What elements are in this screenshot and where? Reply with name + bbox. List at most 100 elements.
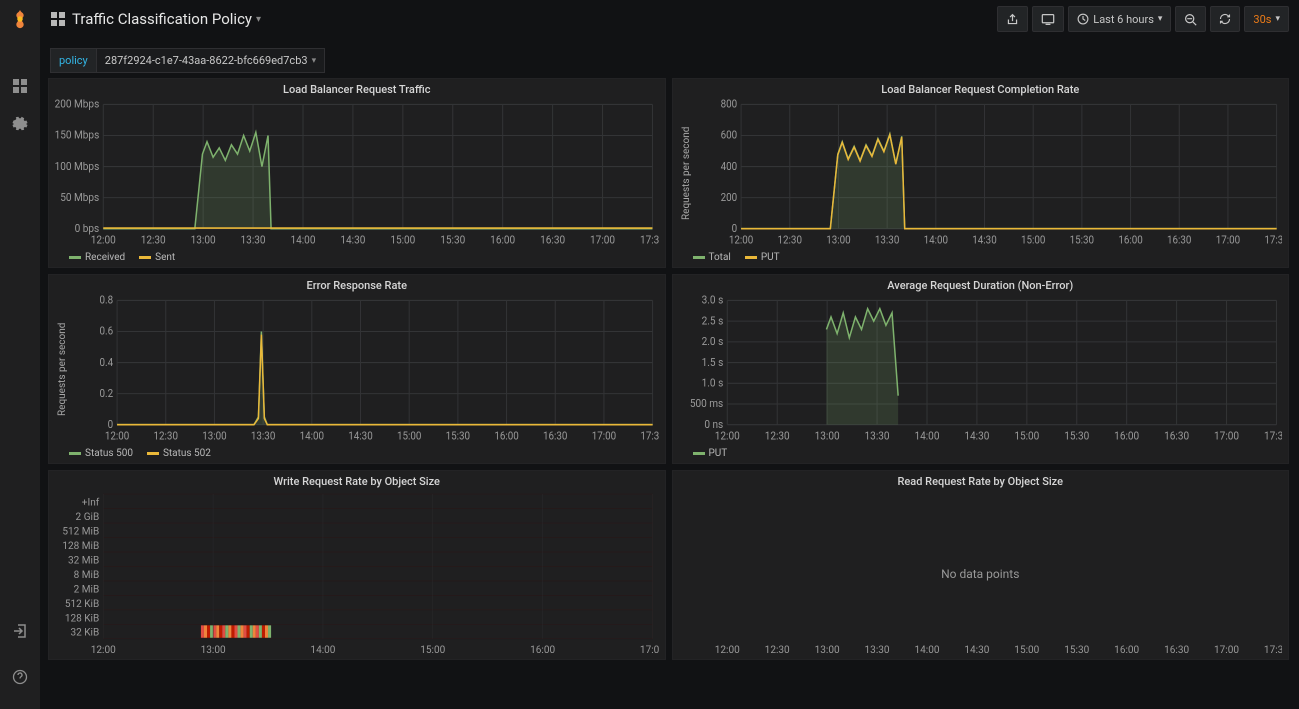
panel-read-heat[interactable]: Read Request Rate by Object Size 12:0012… bbox=[672, 470, 1290, 660]
legend-item[interactable]: Status 502 bbox=[147, 448, 211, 459]
panel-title: Load Balancer Request Traffic bbox=[49, 79, 665, 98]
svg-text:14:30: 14:30 bbox=[348, 429, 373, 443]
svg-text:16:30: 16:30 bbox=[1167, 233, 1192, 247]
svg-text:13:30: 13:30 bbox=[241, 233, 266, 246]
chart-completion: 020040060080012:0012:3013:0013:3014:0014… bbox=[694, 98, 1283, 248]
svg-text:17:30: 17:30 bbox=[640, 233, 659, 246]
svg-text:14:00: 14:00 bbox=[914, 429, 939, 442]
svg-text:12:00: 12:00 bbox=[91, 233, 116, 246]
svg-text:12:00: 12:00 bbox=[714, 429, 739, 442]
svg-text:15:30: 15:30 bbox=[440, 233, 465, 246]
legend-item[interactable]: Sent bbox=[139, 252, 175, 263]
svg-text:13:00: 13:00 bbox=[202, 429, 227, 443]
chevron-down-icon: ▾ bbox=[1275, 14, 1280, 24]
svg-text:13:00: 13:00 bbox=[814, 429, 839, 442]
svg-text:16:00: 16:00 bbox=[490, 233, 515, 246]
svg-text:500 ms: 500 ms bbox=[689, 397, 722, 410]
legend-item[interactable]: Status 500 bbox=[69, 448, 133, 459]
svg-text:14:00: 14:00 bbox=[290, 233, 315, 246]
dashboard-title: Traffic Classification Policy bbox=[72, 10, 252, 28]
no-data-message: No data points bbox=[679, 490, 1283, 657]
svg-text:2.5 s: 2.5 s bbox=[701, 314, 723, 327]
legend-item[interactable]: Total bbox=[693, 252, 731, 263]
svg-text:13:30: 13:30 bbox=[251, 429, 276, 443]
share-button[interactable] bbox=[997, 6, 1028, 32]
grafana-logo[interactable] bbox=[7, 6, 33, 32]
chart-traffic: 0 bps50 Mbps100 Mbps150 Mbps200 Mbps12:0… bbox=[55, 98, 659, 248]
variable-label: policy bbox=[50, 48, 96, 73]
svg-text:15:00: 15:00 bbox=[420, 645, 445, 656]
svg-text:16:00: 16:00 bbox=[530, 645, 555, 656]
dashboards-icon[interactable] bbox=[6, 72, 34, 100]
svg-text:2 MiB: 2 MiB bbox=[74, 584, 100, 595]
svg-text:0.6: 0.6 bbox=[100, 324, 114, 338]
legend-item[interactable]: Received bbox=[69, 252, 125, 263]
refresh-button[interactable] bbox=[1210, 6, 1240, 32]
panel-title: Error Response Rate bbox=[49, 275, 665, 294]
svg-text:16:30: 16:30 bbox=[1164, 429, 1189, 442]
svg-text:17:30: 17:30 bbox=[1263, 429, 1282, 442]
variable-value-dropdown[interactable]: 287f2924-c1e7-43aa-8622-bfc669ed7cb3 ▾ bbox=[96, 48, 325, 73]
panel-grid-icon bbox=[50, 11, 66, 27]
panel-completion[interactable]: Load Balancer Request Completion Rate Re… bbox=[672, 78, 1290, 268]
variable-value: 287f2924-c1e7-43aa-8622-bfc669ed7cb3 bbox=[105, 54, 308, 67]
svg-text:15:00: 15:00 bbox=[390, 233, 415, 246]
svg-text:16:30: 16:30 bbox=[540, 233, 565, 246]
template-variables: policy 287f2924-c1e7-43aa-8622-bfc669ed7… bbox=[40, 48, 325, 73]
svg-text:14:30: 14:30 bbox=[972, 233, 997, 247]
svg-text:17:00: 17:00 bbox=[592, 429, 617, 443]
zoom-out-button[interactable] bbox=[1175, 6, 1206, 32]
svg-text:800: 800 bbox=[720, 98, 737, 111]
svg-text:17:30: 17:30 bbox=[640, 429, 658, 443]
refresh-interval-picker[interactable]: 30s ▾ bbox=[1244, 6, 1289, 32]
svg-text:2 GiB: 2 GiB bbox=[76, 512, 100, 523]
svg-text:128 KiB: 128 KiB bbox=[65, 613, 99, 624]
svg-text:600: 600 bbox=[720, 128, 737, 142]
svg-text:0.4: 0.4 bbox=[100, 355, 114, 369]
tv-mode-button[interactable] bbox=[1032, 6, 1064, 32]
svg-text:15:30: 15:30 bbox=[446, 429, 471, 443]
svg-text:14:30: 14:30 bbox=[340, 233, 365, 246]
svg-text:17:30: 17:30 bbox=[1264, 233, 1282, 247]
panel-duration[interactable]: Average Request Duration (Non-Error) 0 n… bbox=[672, 274, 1290, 464]
chart-read-heat: 12:0012:3013:0013:3014:0014:3015:0015:30… bbox=[679, 490, 1283, 657]
svg-text:512 MiB: 512 MiB bbox=[62, 526, 99, 537]
svg-text:13:30: 13:30 bbox=[864, 429, 889, 442]
help-icon[interactable] bbox=[6, 663, 34, 691]
svg-text:512 KiB: 512 KiB bbox=[65, 599, 99, 610]
svg-text:12:00: 12:00 bbox=[105, 429, 130, 443]
panel-traffic[interactable]: Load Balancer Request Traffic 0 bps50 Mb… bbox=[48, 78, 666, 268]
dashboard-title-dropdown[interactable]: Traffic Classification Policy ▾ bbox=[72, 10, 261, 28]
gear-icon[interactable] bbox=[6, 110, 34, 138]
chart-error: 00.20.40.60.812:0012:3013:0013:3014:0014… bbox=[70, 294, 659, 444]
svg-text:14:00: 14:00 bbox=[923, 233, 948, 247]
svg-text:128 MiB: 128 MiB bbox=[62, 541, 99, 552]
svg-text:16:30: 16:30 bbox=[543, 429, 568, 443]
panel-error[interactable]: Error Response Rate Requests per second … bbox=[48, 274, 666, 464]
svg-text:12:00: 12:00 bbox=[728, 233, 753, 247]
svg-text:15:00: 15:00 bbox=[1020, 233, 1045, 247]
legend: Total PUT bbox=[673, 250, 1289, 267]
legend-item[interactable]: PUT bbox=[745, 252, 780, 263]
svg-text:12:30: 12:30 bbox=[154, 429, 179, 443]
svg-text:14:30: 14:30 bbox=[964, 429, 989, 442]
svg-text:1.0 s: 1.0 s bbox=[701, 376, 723, 389]
svg-text:32 KiB: 32 KiB bbox=[70, 628, 99, 639]
svg-text:100 Mbps: 100 Mbps bbox=[55, 159, 99, 172]
chevron-down-icon: ▾ bbox=[1158, 14, 1163, 24]
svg-text:16:00: 16:00 bbox=[1118, 233, 1143, 247]
svg-text:12:30: 12:30 bbox=[777, 233, 802, 247]
topbar: Traffic Classification Policy ▾ Last 6 h… bbox=[40, 0, 1299, 38]
svg-text:15:30: 15:30 bbox=[1069, 233, 1094, 247]
sidebar bbox=[0, 0, 40, 709]
legend-item[interactable]: PUT bbox=[693, 448, 728, 459]
svg-text:0.2: 0.2 bbox=[100, 386, 114, 400]
panel-write-heat[interactable]: Write Request Rate by Object Size 32 KiB… bbox=[48, 470, 666, 660]
svg-text:200 Mbps: 200 Mbps bbox=[55, 98, 99, 111]
time-range-picker[interactable]: Last 6 hours ▾ bbox=[1068, 6, 1171, 32]
svg-text:17:00: 17:00 bbox=[640, 645, 659, 656]
svg-text:13:00: 13:00 bbox=[826, 233, 851, 247]
signin-icon[interactable] bbox=[6, 617, 34, 645]
y-axis-label: Requests per second bbox=[679, 98, 694, 248]
svg-text:15:00: 15:00 bbox=[397, 429, 422, 443]
